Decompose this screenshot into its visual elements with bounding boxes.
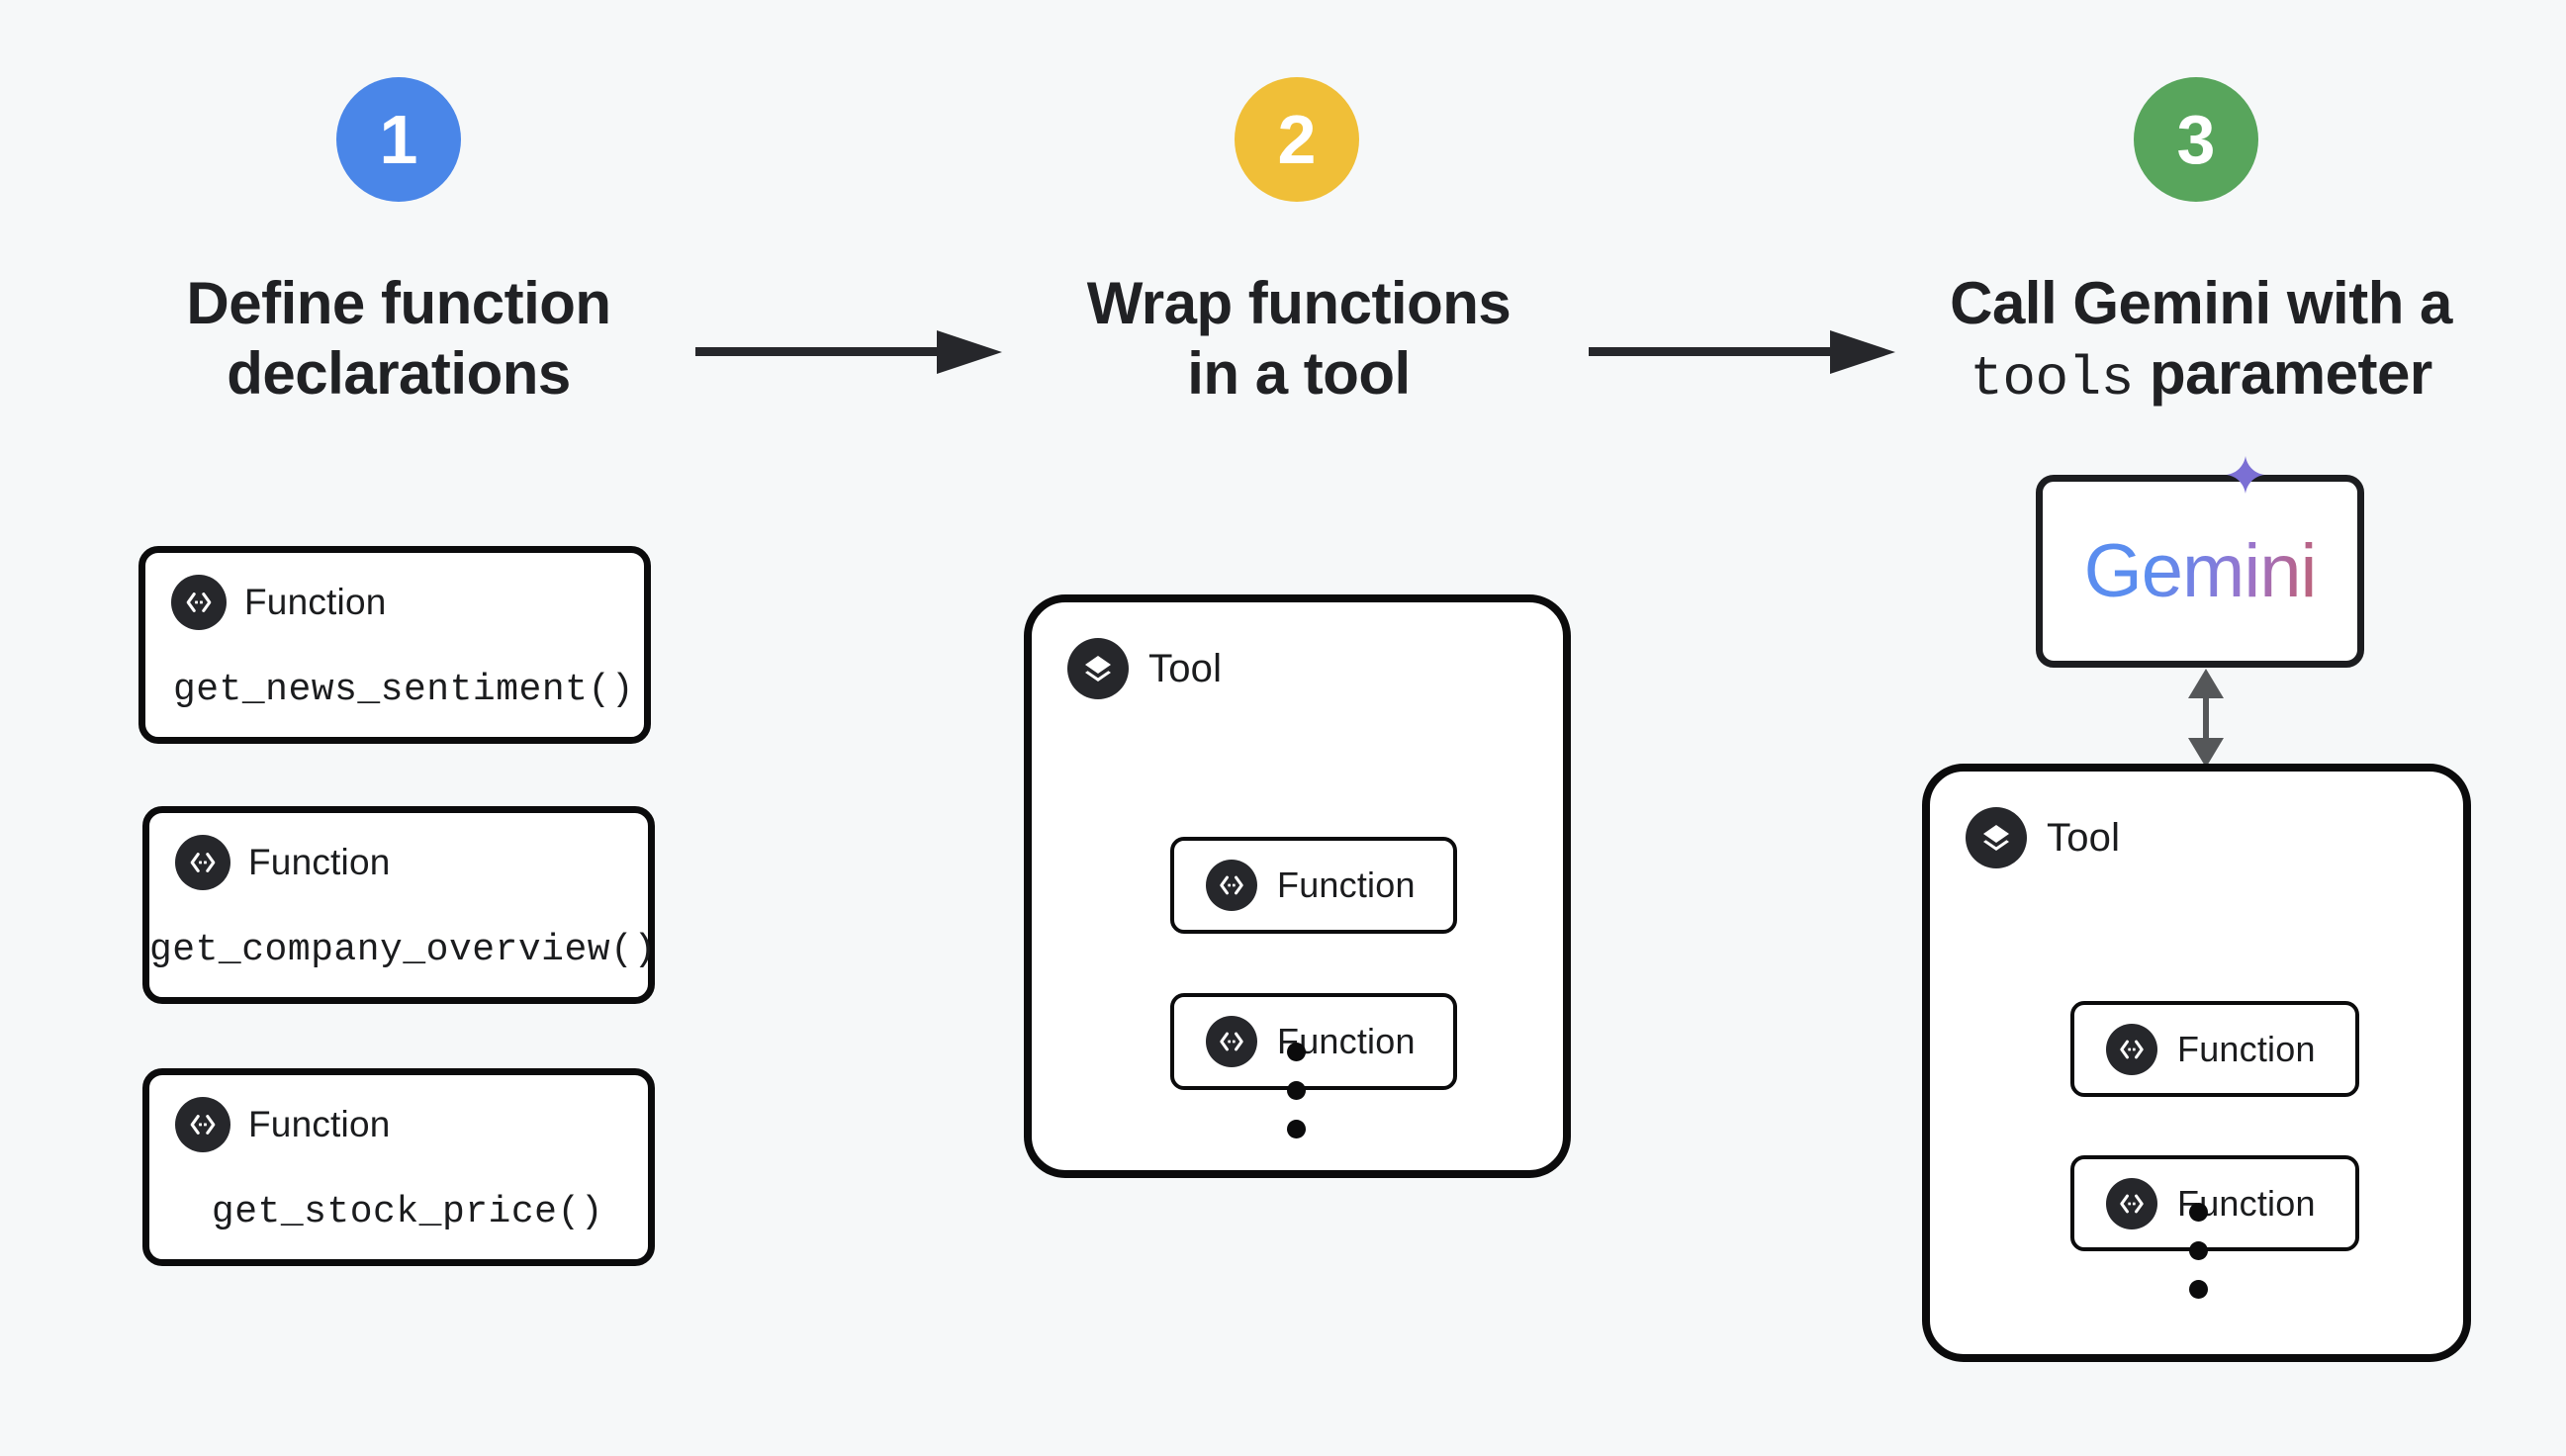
- tool-box-header: Tool: [1966, 807, 2120, 868]
- step-title-1: Define function declarations: [99, 269, 698, 410]
- arrow-step1-to-step2-icon: [695, 326, 1002, 378]
- function-icon: [1206, 1016, 1257, 1067]
- step-title-3-line2-rest: parameter: [2133, 339, 2432, 407]
- more-functions-ellipsis-icon: [1287, 1043, 1306, 1138]
- tool-function-chip-label: Function: [2177, 1028, 2316, 1069]
- function-card-name: get_news_sentiment(): [172, 669, 635, 711]
- more-functions-ellipsis-icon: [2189, 1203, 2208, 1299]
- function-card[interactable]: Function get_news_sentiment(): [138, 546, 651, 744]
- tools-parameter-keyword: tools: [1970, 346, 2134, 410]
- arrow-step2-to-step3-icon: [1589, 326, 1895, 378]
- function-icon: [2106, 1177, 2157, 1229]
- tool-box-label: Tool: [2047, 815, 2121, 860]
- step-badge-3-number: 3: [2176, 101, 2216, 178]
- function-card-header: Function: [175, 1097, 391, 1152]
- step-badge-1: 1: [336, 77, 461, 202]
- function-icon: [175, 1097, 230, 1152]
- tool-function-chip[interactable]: Function: [1170, 993, 1457, 1090]
- function-card[interactable]: Function get_company_overview(): [142, 806, 657, 1004]
- step-badge-3: 3: [2134, 77, 2258, 202]
- function-card-name: get_stock_price(): [211, 1191, 604, 1233]
- function-icon: [171, 575, 227, 630]
- function-card-header: Function: [175, 835, 391, 890]
- function-card-label: Function: [244, 582, 387, 622]
- tool-box[interactable]: Tool Function Function: [1922, 764, 2471, 1362]
- step-badge-2-number: 2: [1277, 101, 1317, 178]
- step-title-3-line2: tools parameter: [1894, 339, 2508, 411]
- tool-box-header: Tool: [1067, 638, 1222, 699]
- function-card-name: get_company_overview(): [149, 929, 657, 971]
- gemini-wordmark: Gemini: [2080, 533, 2321, 609]
- step-title-2: Wrap functions in a tool: [999, 269, 1599, 410]
- step-badge-1-number: 1: [379, 101, 418, 178]
- step-title-3-line1: Call Gemini with a: [1950, 270, 2452, 336]
- function-card[interactable]: Function get_stock_price(): [142, 1068, 655, 1266]
- function-card-label: Function: [248, 1104, 391, 1144]
- function-card-label: Function: [248, 842, 391, 882]
- tool-box-label: Tool: [1148, 646, 1223, 690]
- tool-function-chip[interactable]: Function: [1170, 837, 1457, 934]
- step-title-2-line1: Wrap functions: [1086, 270, 1512, 336]
- tool-function-chip-label: Function: [1277, 864, 1416, 905]
- tool-layers-icon: [1966, 807, 2027, 868]
- gemini-card[interactable]: Gemini: [2036, 456, 2364, 668]
- tool-function-chip[interactable]: Function: [2070, 1155, 2359, 1251]
- step-title-1-line2: declarations: [227, 339, 571, 407]
- tool-box[interactable]: Tool Function Function: [1024, 594, 1571, 1178]
- gemini-tool-double-arrow-icon: [2176, 669, 2236, 768]
- function-icon: [2106, 1023, 2157, 1075]
- step-title-3: Call Gemini with a tools parameter: [1894, 269, 2508, 411]
- tool-layers-icon: [1067, 638, 1129, 699]
- tool-function-chip[interactable]: Function: [2070, 1001, 2359, 1097]
- function-card-header: Function: [171, 575, 387, 630]
- diagram-canvas: 1 Define function declarations Function …: [0, 0, 2566, 1456]
- step-badge-2: 2: [1235, 77, 1359, 202]
- function-icon: [1206, 860, 1257, 911]
- step-title-2-line2: in a tool: [1187, 339, 1411, 407]
- gemini-sparkle-icon: [2227, 456, 2264, 494]
- step-title-1-line1: Define function: [186, 270, 611, 336]
- function-icon: [175, 835, 230, 890]
